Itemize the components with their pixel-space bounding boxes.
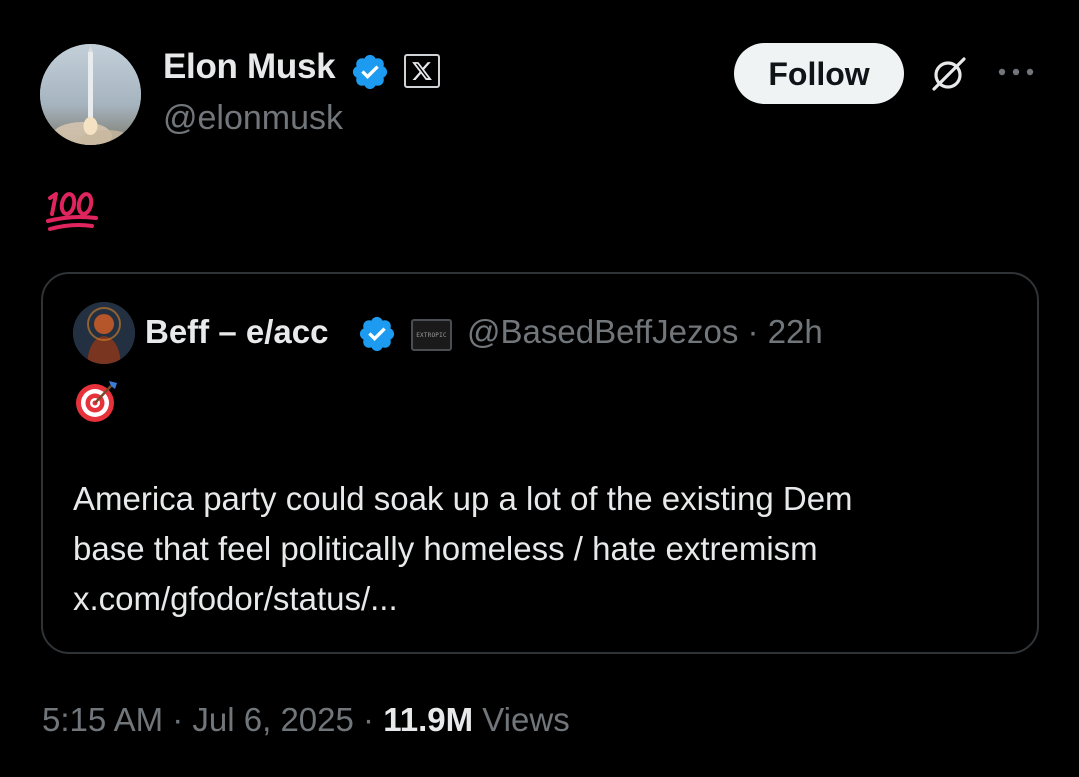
rocket-launch-avatar-image [40,44,141,145]
x-logo-icon[interactable] [404,54,440,88]
quoted-author-avatar[interactable] [73,302,135,364]
more-dots-icon[interactable] [996,64,1036,80]
verified-badge-icon[interactable] [350,52,390,92]
quoted-author-name: Beff – e/acc [145,313,329,350]
direct-hit-target-emoji [76,381,117,422]
author-handle[interactable]: @elonmusk [163,97,343,139]
quoted-text-line: America party could soak up a lot of the… [73,480,853,517]
tweet-timestamp[interactable]: 5:15 AM · Jul 6, 2025 · [42,701,383,738]
quoted-text-line: base that feel politically homeless / ha… [73,530,818,567]
hundred-points-emoji [46,192,98,231]
tweet-meta: 5:15 AM · Jul 6, 2025 · 11.9M Views [42,697,570,743]
author-name[interactable]: Elon Musk [163,46,336,88]
quoted-handle-time: @BasedBeffJezos · 22h [467,313,823,350]
views-count: 11.9M [383,701,474,738]
extropic-logo-icon: EXTROPIC [411,319,452,351]
views-label: Views [473,701,570,738]
x-logo-icon-glyph [412,62,432,80]
quoted-link[interactable]: x.com/gfodor/status/... [73,574,1013,624]
follow-button[interactable]: Follow [734,43,904,104]
quoted-tweet-text: America party could soak up a lot of the… [73,474,1013,624]
extropic-logo-text: EXTROPIC [416,331,447,339]
author-avatar[interactable] [40,44,141,145]
quoted-avatar-image [73,302,135,364]
quoted-verified-badge-icon [359,316,395,352]
grok-icon[interactable] [928,53,970,95]
